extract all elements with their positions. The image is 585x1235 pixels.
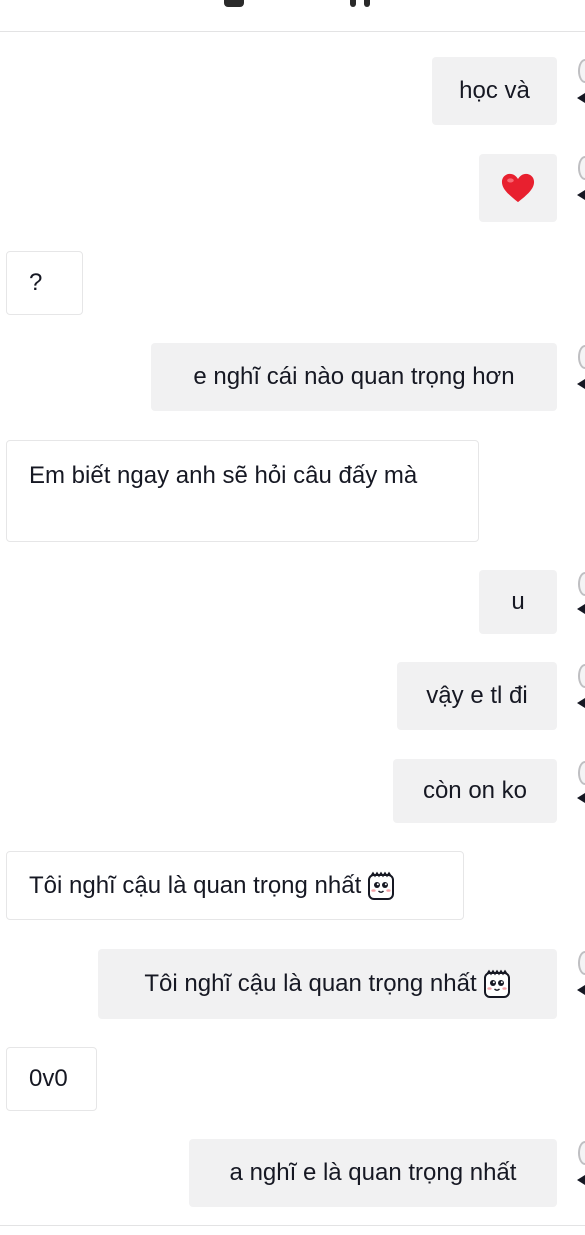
message-bubble-sent[interactable] bbox=[479, 154, 557, 222]
message-bubble-sent[interactable]: u bbox=[479, 570, 557, 634]
message-status-icon bbox=[577, 93, 585, 103]
message-text: vậy e tl đi bbox=[426, 682, 528, 709]
message-bubble-received[interactable]: Tôi nghĩ cậu là quan trọng nhất bbox=[6, 851, 464, 920]
avatar[interactable] bbox=[578, 951, 585, 975]
message-text: e nghĩ cái nào quan trọng hơn bbox=[193, 363, 515, 390]
message-text: Tôi nghĩ cậu là quan trọng nhất bbox=[29, 871, 362, 899]
avatar[interactable] bbox=[578, 1141, 585, 1165]
message-status-icon bbox=[577, 379, 585, 389]
message-status-icon bbox=[577, 604, 585, 614]
avatar[interactable] bbox=[578, 761, 585, 785]
message-status-icon bbox=[577, 698, 585, 708]
message-text: u bbox=[511, 588, 525, 615]
header-text-fragment bbox=[364, 0, 370, 7]
header-text-fragment bbox=[350, 0, 356, 7]
message-bubble-sent[interactable]: Tôi nghĩ cậu là quan trọng nhất bbox=[98, 949, 557, 1019]
message-bubble-sent[interactable]: a nghĩ e là quan trọng nhất bbox=[189, 1139, 557, 1207]
message-status-icon bbox=[577, 1175, 585, 1185]
message-status-icon bbox=[577, 190, 585, 200]
message-text: 0v0 bbox=[29, 1065, 68, 1092]
red-heart-emoji-icon bbox=[501, 173, 535, 203]
message-text: Tôi nghĩ cậu là quan trọng nhất bbox=[144, 970, 477, 997]
cute-face-sticker-icon bbox=[483, 969, 510, 998]
header-text-fragment bbox=[224, 0, 244, 7]
message-text: Em biết ngay anh sẽ hỏi câu đấy mà bbox=[29, 462, 418, 489]
message-status-icon bbox=[577, 985, 585, 995]
cute-face-sticker-icon bbox=[368, 871, 395, 900]
message-text: còn on ko bbox=[422, 777, 528, 804]
message-text: ? bbox=[29, 269, 43, 296]
avatar[interactable] bbox=[578, 664, 585, 688]
message-bubble-sent[interactable]: học và bbox=[432, 57, 557, 125]
divider bbox=[0, 1225, 585, 1226]
chat-header-edge bbox=[0, 0, 585, 32]
message-bubble-sent[interactable]: còn on ko bbox=[393, 759, 557, 823]
avatar[interactable] bbox=[578, 345, 585, 369]
message-text: học và bbox=[459, 77, 530, 104]
message-status-icon bbox=[577, 793, 585, 803]
message-bubble-received[interactable]: ? bbox=[6, 251, 83, 315]
message-text: a nghĩ e là quan trọng nhất bbox=[229, 1159, 517, 1186]
message-bubble-received[interactable]: Em biết ngay anh sẽ hỏi câu đấy mà bbox=[6, 440, 479, 542]
avatar[interactable] bbox=[578, 59, 585, 83]
message-bubble-sent[interactable]: e nghĩ cái nào quan trọng hơn bbox=[151, 343, 557, 411]
message-bubble-sent[interactable]: vậy e tl đi bbox=[397, 662, 557, 730]
avatar[interactable] bbox=[578, 572, 585, 596]
avatar[interactable] bbox=[578, 156, 585, 180]
message-bubble-received[interactable]: 0v0 bbox=[6, 1047, 97, 1111]
